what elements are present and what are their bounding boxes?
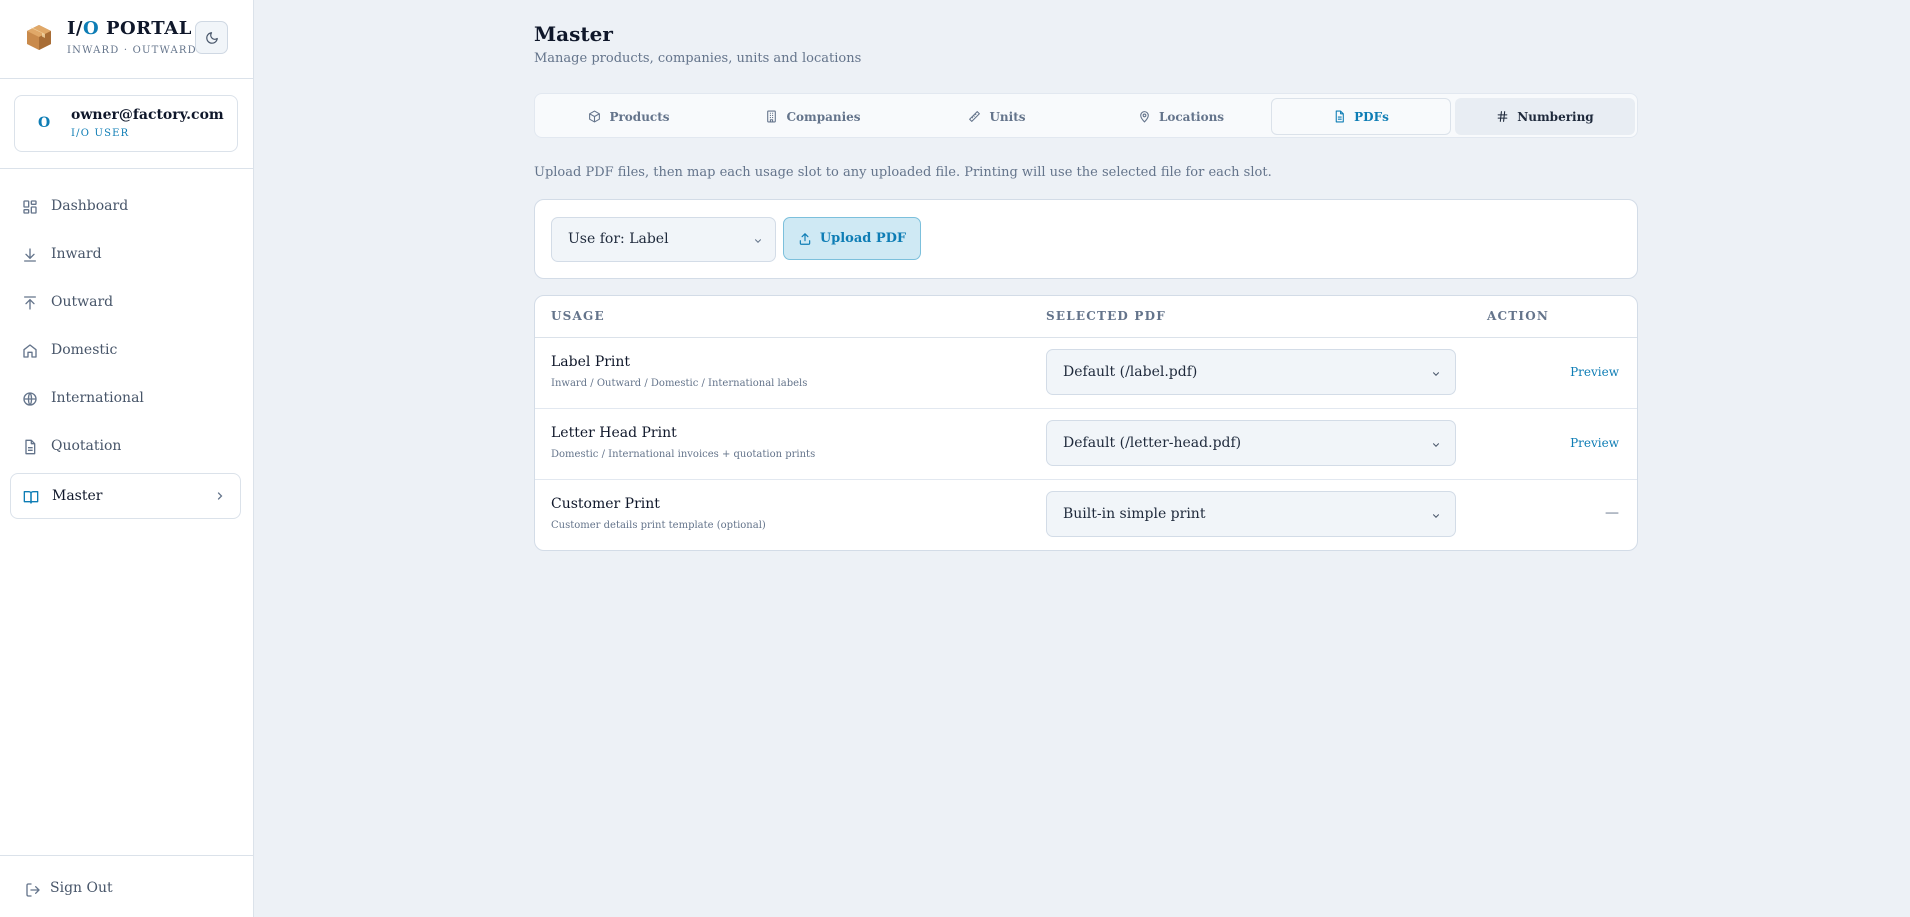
selected-pdf-value: Built-in simple print xyxy=(1063,506,1206,522)
upload-icon xyxy=(799,232,811,245)
sidebar-item-label: Domestic xyxy=(51,342,118,358)
pdf-info-text: Upload PDF files, then map each usage sl… xyxy=(534,165,1272,180)
column-header-selected-pdf: SELECTED PDF xyxy=(1046,309,1166,323)
user-role: I/O USER xyxy=(71,128,130,139)
sidebar-item-label: Dashboard xyxy=(51,198,129,214)
user-card[interactable]: O owner@factory.com I/O USER xyxy=(14,95,238,152)
page-title: Master xyxy=(534,22,613,46)
selected-pdf-select[interactable]: Default (/letter-head.pdf) xyxy=(1046,420,1456,466)
no-action-dash: — xyxy=(1605,505,1619,521)
arrow-down-icon xyxy=(24,248,36,262)
selected-pdf-value: Default (/label.pdf) xyxy=(1063,364,1198,380)
tab-numbering[interactable]: Numbering xyxy=(1455,98,1635,135)
user-area: O owner@factory.com I/O USER xyxy=(0,79,253,169)
preview-link[interactable]: Preview xyxy=(1570,436,1619,450)
sidebar-item-master[interactable]: Master xyxy=(10,473,241,519)
avatar: O xyxy=(38,115,51,131)
dashboard-icon xyxy=(23,200,37,214)
use-for-select[interactable]: Use for: Label xyxy=(551,217,776,262)
chevron-down-icon xyxy=(1432,514,1440,518)
brand-subtitle: INWARD · OUTWARD xyxy=(67,45,197,56)
home-icon xyxy=(23,344,37,358)
usage-description: Inward / Outward / Domestic / Internatio… xyxy=(551,378,808,389)
chevron-down-icon xyxy=(1432,443,1440,447)
file-icon xyxy=(1335,110,1344,123)
selected-pdf-value: Default (/letter-head.pdf) xyxy=(1063,435,1242,451)
brand-title: I/O PORTAL xyxy=(67,18,192,39)
use-for-value: Use for: Label xyxy=(568,231,669,247)
pdf-usage-table: USAGE SELECTED PDF ACTION Label Print In… xyxy=(534,295,1638,551)
sidebar-item-quotation[interactable]: Quotation xyxy=(10,424,241,470)
preview-link[interactable]: Preview xyxy=(1570,365,1619,379)
user-email: owner@factory.com xyxy=(71,107,224,123)
sidebar-item-inward[interactable]: Inward xyxy=(10,232,241,278)
theme-toggle-button[interactable] xyxy=(195,21,228,54)
document-icon xyxy=(25,439,36,455)
usage-name: Customer Print xyxy=(551,496,660,512)
ruler-icon xyxy=(969,111,981,122)
column-header-usage: USAGE xyxy=(551,309,605,323)
master-tabs: Products Companies Units Locations PDFs … xyxy=(534,93,1638,138)
usage-description: Customer details print template (optiona… xyxy=(551,520,766,531)
tab-locations[interactable]: Locations xyxy=(1091,98,1271,135)
sign-out-label: Sign Out xyxy=(50,880,113,896)
hash-icon xyxy=(1497,111,1508,122)
brand-header: I/O PORTAL INWARD · OUTWARD xyxy=(0,0,253,79)
sidebar-item-label: Outward xyxy=(51,294,114,310)
signout-area: Sign Out xyxy=(0,855,253,917)
arrow-up-icon xyxy=(24,296,36,310)
chevron-down-icon xyxy=(754,239,762,243)
tab-companies[interactable]: Companies xyxy=(723,98,903,135)
sidebar-item-international[interactable]: International xyxy=(10,376,241,422)
sidebar-item-outward[interactable]: Outward xyxy=(10,280,241,326)
upload-pdf-button[interactable]: Upload PDF xyxy=(783,217,921,260)
usage-name: Label Print xyxy=(551,354,631,370)
sign-out-button[interactable]: Sign Out xyxy=(25,880,113,898)
sidebar-item-dashboard[interactable]: Dashboard xyxy=(10,184,241,230)
sidebar: I/O PORTAL INWARD · OUTWARD O owner@fact… xyxy=(0,0,254,917)
package-icon xyxy=(27,25,51,50)
usage-name: Letter Head Print xyxy=(551,425,677,441)
chevron-down-icon xyxy=(1432,372,1440,376)
sidebar-item-label: Inward xyxy=(51,246,102,262)
tab-products[interactable]: Products xyxy=(539,98,719,135)
page-subtitle: Manage products, companies, units and lo… xyxy=(534,51,862,66)
sidebar-item-label: International xyxy=(51,390,144,406)
chevron-right-icon xyxy=(217,492,223,500)
book-icon xyxy=(23,491,39,504)
logout-icon xyxy=(26,883,40,897)
box-icon xyxy=(589,110,601,123)
selected-pdf-select[interactable]: Default (/label.pdf) xyxy=(1046,349,1456,395)
upload-card: Use for: Label Upload PDF xyxy=(534,199,1638,279)
column-header-action: ACTION xyxy=(1487,309,1550,323)
sidebar-item-label: Master xyxy=(52,488,103,504)
selected-pdf-select[interactable]: Built-in simple print xyxy=(1046,491,1456,537)
sidebar-item-domestic[interactable]: Domestic xyxy=(10,328,241,374)
tab-pdfs[interactable]: PDFs xyxy=(1271,98,1451,135)
sidebar-item-label: Quotation xyxy=(51,438,122,454)
table-row: Letter Head Print Domestic / Internation… xyxy=(535,409,1637,480)
usage-description: Domestic / International invoices + quot… xyxy=(551,449,816,460)
table-row: Customer Print Customer details print te… xyxy=(535,480,1637,551)
globe-icon xyxy=(23,392,37,406)
tab-units[interactable]: Units xyxy=(907,98,1087,135)
table-row: Label Print Inward / Outward / Domestic … xyxy=(535,338,1637,409)
moon-icon xyxy=(205,31,218,44)
building-icon xyxy=(767,110,777,123)
map-pin-icon xyxy=(1140,111,1149,123)
